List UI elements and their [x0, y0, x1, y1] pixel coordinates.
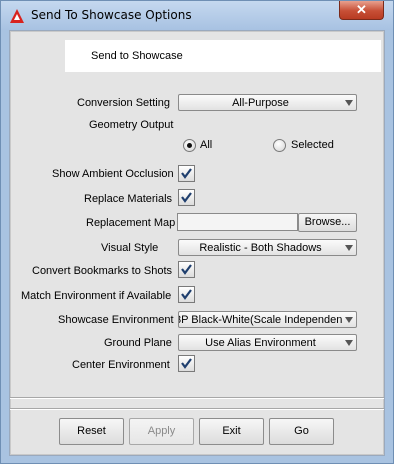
reset-button[interactable]: Reset [59, 418, 124, 445]
divider-highlight [10, 398, 384, 399]
apply-button[interactable]: Apply [129, 418, 194, 445]
checkmark-icon [181, 192, 192, 203]
header-banner: Send to Showcase [65, 40, 381, 72]
header-title: Send to Showcase [91, 50, 183, 62]
replacement-map-input[interactable] [177, 213, 298, 231]
convert-bookmarks-checkbox[interactable] [178, 261, 195, 278]
title-bar[interactable]: Send To Showcase Options ✕ [1, 1, 393, 30]
close-button[interactable]: ✕ [339, 1, 384, 20]
visual-style-dropdown[interactable]: Realistic - Both Shadows [178, 239, 357, 256]
match-environment-label: Match Environment if Available [21, 290, 172, 302]
showcase-environment-dropdown[interactable]: 3P Black-White(Scale Independent) [178, 311, 357, 328]
replace-materials-checkbox[interactable] [178, 189, 195, 206]
chevron-down-icon [345, 317, 353, 323]
chevron-down-icon [345, 245, 353, 251]
conversion-setting-label: Conversion Setting [77, 97, 170, 109]
visual-style-value: Realistic - Both Shadows [199, 242, 322, 254]
browse-button[interactable]: Browse... [298, 213, 357, 232]
checkmark-icon [181, 168, 192, 179]
window-title: Send To Showcase Options [31, 8, 192, 22]
alias-app-icon [9, 8, 25, 24]
center-environment-checkbox[interactable] [178, 355, 195, 372]
divider-highlight [10, 409, 384, 410]
geometry-output-all-radio[interactable] [183, 139, 196, 152]
geometry-output-label: Geometry Output [89, 119, 174, 131]
ground-plane-value: Use Alias Environment [205, 337, 316, 349]
conversion-setting-dropdown[interactable]: All-Purpose [178, 94, 357, 111]
ground-plane-label: Ground Plane [104, 337, 172, 349]
ground-plane-dropdown[interactable]: Use Alias Environment [178, 334, 357, 351]
chevron-down-icon [345, 100, 353, 106]
checkmark-icon [181, 264, 192, 275]
visual-style-label: Visual Style [101, 242, 159, 254]
showcase-environment-value: 3P Black-White(Scale Independent) [178, 314, 342, 326]
match-environment-checkbox[interactable] [178, 286, 195, 303]
geometry-output-selected-radio[interactable] [273, 139, 286, 152]
center-environment-label: Center Environment [72, 359, 170, 371]
checkmark-icon [181, 358, 192, 369]
show-ambient-occlusion-label: Show Ambient Occlusion [52, 168, 174, 180]
checkmark-icon [181, 289, 192, 300]
dialog-client-area: Send to Showcase Conversion Setting All-… [9, 30, 385, 456]
close-icon: ✕ [356, 2, 367, 17]
radio-selected-dot [187, 143, 192, 148]
showcase-environment-label: Showcase Environment [58, 314, 174, 326]
replace-materials-label: Replace Materials [84, 193, 173, 205]
geometry-output-all-label[interactable]: All [200, 139, 212, 151]
replacement-map-label: Replacement Map [86, 217, 176, 229]
go-button[interactable]: Go [269, 418, 334, 445]
dialog-window: Send To Showcase Options ✕ Send to Showc… [0, 0, 394, 464]
geometry-output-selected-label[interactable]: Selected [291, 139, 334, 151]
show-ambient-occlusion-checkbox[interactable] [178, 165, 195, 182]
conversion-setting-value: All-Purpose [232, 97, 289, 109]
chevron-down-icon [345, 340, 353, 346]
exit-button[interactable]: Exit [199, 418, 264, 445]
convert-bookmarks-label: Convert Bookmarks to Shots [32, 265, 173, 277]
